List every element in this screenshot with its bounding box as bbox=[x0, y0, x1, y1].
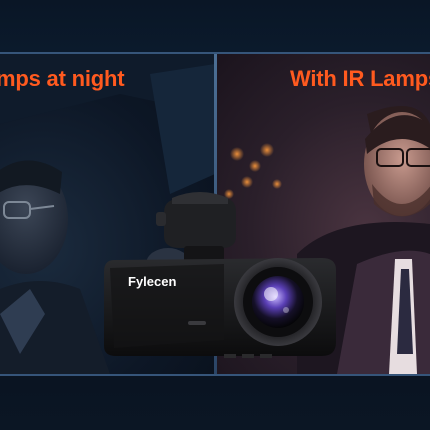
camera-brand-label: Fylecen bbox=[128, 274, 177, 289]
dash-camera: Fylecen bbox=[104, 190, 336, 358]
caption-without-ir: mps at night bbox=[0, 66, 125, 91]
caption-with-ir: With IR Lamps bbox=[290, 66, 430, 91]
bottom-frame-line bbox=[0, 374, 430, 376]
product-banner: mps at night With IR Lamps Fylecen bbox=[0, 0, 430, 430]
